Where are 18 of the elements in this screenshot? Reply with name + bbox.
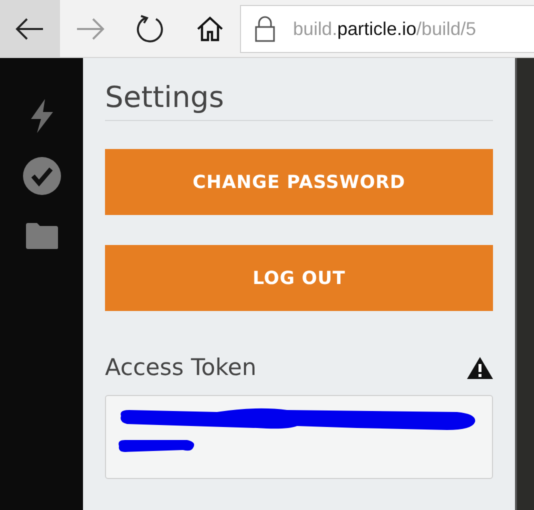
access-token-field[interactable] bbox=[105, 395, 493, 479]
warning-icon bbox=[467, 357, 493, 379]
action-button[interactable]: CHANGE PASSWORD bbox=[105, 149, 493, 215]
home-icon bbox=[196, 16, 224, 42]
action-button[interactable]: LOG OUT bbox=[105, 245, 493, 311]
settings-title: Settings bbox=[105, 80, 493, 121]
verify-button[interactable] bbox=[22, 156, 62, 196]
url-text: build.particle.io/build/5 bbox=[293, 18, 476, 40]
access-token-label: Access Token bbox=[105, 355, 256, 381]
lightning-icon bbox=[28, 99, 54, 133]
refresh-icon bbox=[136, 14, 164, 42]
back-button[interactable] bbox=[0, 0, 60, 57]
folder-icon bbox=[24, 222, 58, 250]
back-arrow-icon bbox=[15, 16, 45, 40]
lock-icon bbox=[255, 16, 275, 42]
forward-arrow-icon bbox=[75, 16, 105, 40]
address-bar[interactable]: build.particle.io/build/5 bbox=[240, 4, 534, 52]
check-circle-icon bbox=[22, 157, 60, 195]
